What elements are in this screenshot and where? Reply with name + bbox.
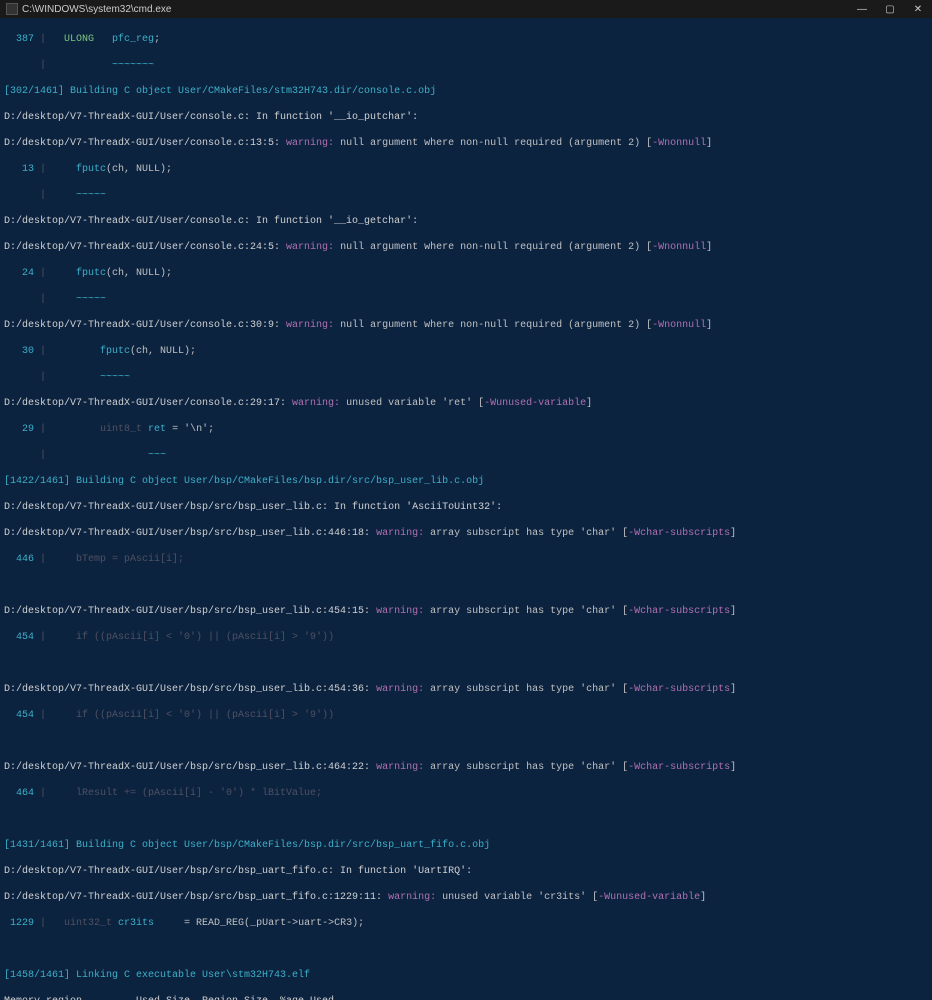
build-line: [1422/1461] Building C object User/bsp/C… [4, 475, 928, 488]
window-titlebar: C:\WINDOWS\system32\cmd.exe — ▢ ✕ [0, 0, 932, 18]
terminal-output[interactable]: 387 | ULONG pfc_reg; | ~~~~~~~ [302/1461… [0, 18, 932, 500]
close-button[interactable]: ✕ [904, 0, 932, 18]
build-line: [302/1461] Building C object User/CMakeF… [4, 85, 928, 98]
window-title: C:\WINDOWS\system32\cmd.exe [22, 4, 848, 15]
minimize-button[interactable]: — [848, 0, 876, 18]
link-line: [1458/1461] Linking C executable User\st… [4, 969, 928, 982]
build-line: [1431/1461] Building C object User/bsp/C… [4, 839, 928, 852]
memory-header: Memory region Used Size Region Size %age… [4, 995, 928, 1000]
cmd-icon [6, 3, 18, 15]
maximize-button[interactable]: ▢ [876, 0, 904, 18]
